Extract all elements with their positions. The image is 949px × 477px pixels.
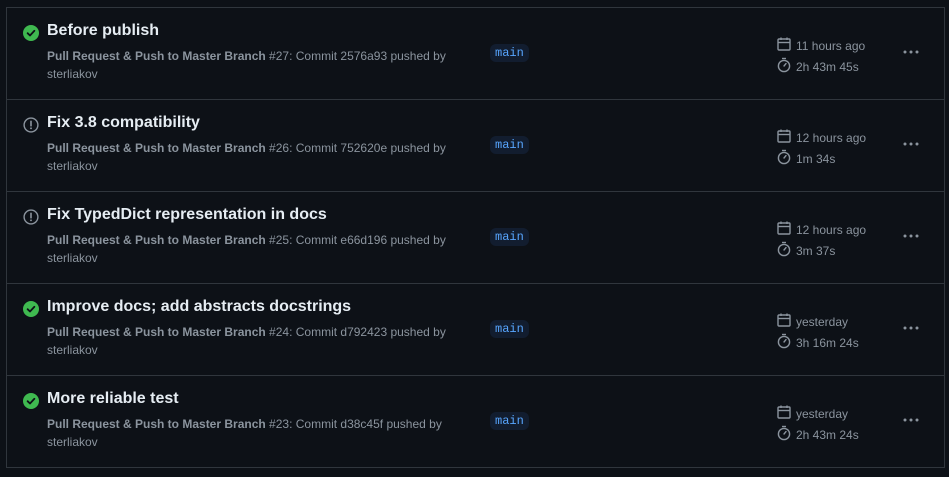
workflow-name: Pull Request & Push to Master Branch	[47, 325, 266, 339]
run-meta: Pull Request & Push to Master Branch #27…	[47, 47, 467, 83]
run-started: 12 hours ago	[776, 128, 866, 147]
run-duration: 3h 16m 24s	[776, 333, 859, 352]
duration-text: 1m 34s	[796, 151, 836, 166]
run-duration: 2h 43m 45s	[776, 57, 859, 76]
kebab-horizontal-icon[interactable]	[900, 412, 922, 428]
stopwatch-icon	[776, 149, 796, 168]
workflow-run-row[interactable]: Fix 3.8 compatibility Pull Request & Pus…	[7, 100, 944, 192]
workflow-run-row[interactable]: Before publish Pull Request & Push to Ma…	[7, 8, 944, 100]
run-meta: Pull Request & Push to Master Branch #23…	[47, 415, 467, 451]
calendar-icon	[776, 36, 796, 55]
run-title[interactable]: Fix 3.8 compatibility	[47, 114, 200, 132]
calendar-icon	[776, 128, 796, 147]
alert-circle-icon	[23, 117, 39, 133]
branch-label[interactable]: main	[490, 320, 529, 338]
stopwatch-icon	[776, 333, 796, 352]
started-text: yesterday	[796, 314, 849, 329]
started-text: 12 hours ago	[796, 130, 867, 145]
run-info: #26: Commit 752620e pushed by	[265, 141, 446, 155]
started-text: yesterday	[796, 406, 849, 421]
check-circle-fill-icon	[23, 393, 39, 409]
run-info: #23: Commit d38c45f pushed by	[265, 417, 442, 431]
kebab-horizontal-icon[interactable]	[900, 136, 922, 152]
started-text: 12 hours ago	[796, 222, 867, 237]
run-started: 12 hours ago	[776, 220, 866, 239]
stopwatch-icon	[776, 57, 796, 76]
run-title[interactable]: Fix TypedDict representation in docs	[47, 206, 327, 224]
run-duration: 2h 43m 24s	[776, 425, 859, 444]
duration-text: 3h 16m 24s	[796, 335, 859, 350]
workflow-run-row[interactable]: More reliable test Pull Request & Push t…	[7, 376, 944, 468]
run-meta: Pull Request & Push to Master Branch #26…	[47, 139, 467, 175]
actor-name: sterliakov	[47, 251, 98, 265]
branch-label[interactable]: main	[490, 228, 529, 246]
run-title[interactable]: Before publish	[47, 22, 159, 40]
workflow-runs-list: Before publish Pull Request & Push to Ma…	[6, 7, 945, 468]
workflow-name: Pull Request & Push to Master Branch	[47, 233, 266, 247]
run-title[interactable]: Improve docs; add abstracts docstrings	[47, 298, 351, 316]
run-info: #27: Commit 2576a93 pushed by	[265, 49, 446, 63]
kebab-horizontal-icon[interactable]	[900, 320, 922, 336]
run-info: #24: Commit d792423 pushed by	[265, 325, 446, 339]
run-title[interactable]: More reliable test	[47, 390, 179, 408]
run-meta: Pull Request & Push to Master Branch #25…	[47, 231, 467, 267]
actor-name: sterliakov	[47, 159, 98, 173]
branch-label[interactable]: main	[490, 412, 529, 430]
duration-text: 3m 37s	[796, 243, 836, 258]
run-meta: Pull Request & Push to Master Branch #24…	[47, 323, 467, 359]
stopwatch-icon	[776, 425, 796, 444]
calendar-icon	[776, 404, 796, 423]
check-circle-fill-icon	[23, 25, 39, 41]
branch-label[interactable]: main	[490, 136, 529, 154]
started-text: 11 hours ago	[796, 38, 866, 53]
calendar-icon	[776, 312, 796, 331]
alert-circle-icon	[23, 209, 39, 225]
run-started: yesterday	[776, 312, 848, 331]
run-duration: 1m 34s	[776, 149, 835, 168]
actor-name: sterliakov	[47, 343, 98, 357]
run-started: 11 hours ago	[776, 36, 865, 55]
kebab-horizontal-icon[interactable]	[900, 44, 922, 60]
duration-text: 2h 43m 45s	[796, 59, 859, 74]
stopwatch-icon	[776, 241, 796, 260]
run-started: yesterday	[776, 404, 848, 423]
workflow-run-row[interactable]: Fix TypedDict representation in docs Pul…	[7, 192, 944, 284]
workflow-name: Pull Request & Push to Master Branch	[47, 49, 266, 63]
calendar-icon	[776, 220, 796, 239]
check-circle-fill-icon	[23, 301, 39, 317]
duration-text: 2h 43m 24s	[796, 427, 859, 442]
run-info: #25: Commit e66d196 pushed by	[265, 233, 446, 247]
actor-name: sterliakov	[47, 67, 98, 81]
actor-name: sterliakov	[47, 435, 98, 449]
workflow-run-row[interactable]: Improve docs; add abstracts docstrings P…	[7, 284, 944, 376]
workflow-name: Pull Request & Push to Master Branch	[47, 417, 266, 431]
workflow-name: Pull Request & Push to Master Branch	[47, 141, 266, 155]
branch-label[interactable]: main	[490, 44, 529, 62]
run-duration: 3m 37s	[776, 241, 835, 260]
kebab-horizontal-icon[interactable]	[900, 228, 922, 244]
